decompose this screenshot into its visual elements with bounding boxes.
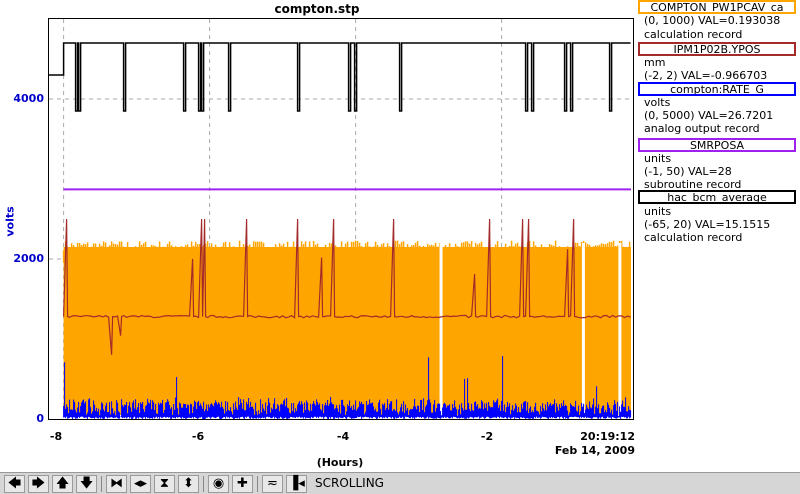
- date-readout: Feb 14, 2009: [554, 444, 635, 457]
- scroll-status: SCROLLING: [315, 476, 384, 490]
- plot-title: compton.stp: [274, 2, 360, 16]
- legend-entry-name[interactable]: COMPTON_PW1PCAV_ca: [638, 0, 796, 14]
- zoom-out-x-button[interactable]: ◂▸: [130, 475, 151, 493]
- autoscale-button[interactable]: ≂: [262, 475, 283, 493]
- chart-canvas: [49, 19, 633, 419]
- toolbar-separator: [257, 476, 258, 492]
- pan-down-button[interactable]: 🡇: [76, 475, 97, 493]
- legend-entry-name[interactable]: compton:RATE_G: [638, 82, 796, 96]
- series-band-compton-pw1pcav: [63, 247, 632, 415]
- legend-entry-range: (-2, 2) VAL=-0.966703: [644, 69, 768, 82]
- zoom-in-y-button[interactable]: ⧗: [154, 475, 175, 493]
- x-tick-label: -8: [49, 430, 63, 443]
- pan-up-button[interactable]: 🡅: [52, 475, 73, 493]
- series-line-hac-bcm-average: [49, 42, 631, 112]
- legend-entry-units: mm: [644, 56, 666, 69]
- plot-area[interactable]: [48, 18, 634, 420]
- legend-entry-units: units: [644, 205, 672, 218]
- legend-entry-record: analog output record: [644, 122, 760, 135]
- legend-entry-name[interactable]: SMRPOSA: [638, 138, 796, 152]
- zoom-out-y-button[interactable]: ⬍: [178, 475, 199, 493]
- series-gap: [581, 243, 585, 419]
- legend-entry-name[interactable]: hac_bcm_average: [638, 190, 796, 204]
- y-tick-label: 4000: [13, 92, 44, 105]
- y-tick-label: 2000: [13, 252, 44, 265]
- scroll-toggle-button[interactable]: ▐◂: [286, 475, 307, 493]
- y-tick-label: 0: [36, 412, 44, 425]
- legend-entry-range: (-65, 20) VAL=15.1515: [644, 218, 771, 231]
- legend-entry-record: calculation record: [644, 28, 743, 41]
- reset-button[interactable]: ◉: [208, 475, 229, 493]
- series-gap: [439, 243, 443, 419]
- toolbar: 🡄 🡆 🡅 🡇 ⧓ ◂▸ ⧗ ⬍ ◉ ✚ ≂ ▐◂ SCROLLING: [0, 472, 800, 494]
- x-tick-label: -4: [336, 430, 350, 443]
- legend-entry-name[interactable]: IPM1P02B.YPOS: [638, 42, 796, 56]
- legend-entry-range: (-1, 50) VAL=28: [644, 165, 732, 178]
- time-readout: 20:19:12: [580, 430, 635, 443]
- series-gap: [618, 243, 622, 419]
- legend-entry-units: units: [644, 152, 672, 165]
- add-button[interactable]: ✚: [232, 475, 253, 493]
- legend-entry-range: (0, 5000) VAL=26.7201: [644, 109, 774, 122]
- x-tick-label: -6: [191, 430, 205, 443]
- x-tick-label: -2: [480, 430, 494, 443]
- legend-entry-record: calculation record: [644, 231, 743, 244]
- zoom-in-x-button[interactable]: ⧓: [106, 475, 127, 493]
- y-axis-label: volts: [3, 206, 17, 237]
- legend-entry-range: (0, 1000) VAL=0.193038: [644, 14, 781, 27]
- pan-right-button[interactable]: 🡆: [28, 475, 49, 493]
- x-axis-label: (Hours): [316, 456, 364, 469]
- toolbar-separator: [203, 476, 204, 492]
- legend-entry-units: volts: [644, 96, 671, 109]
- pan-left-button[interactable]: 🡄: [4, 475, 25, 493]
- toolbar-separator: [101, 476, 102, 492]
